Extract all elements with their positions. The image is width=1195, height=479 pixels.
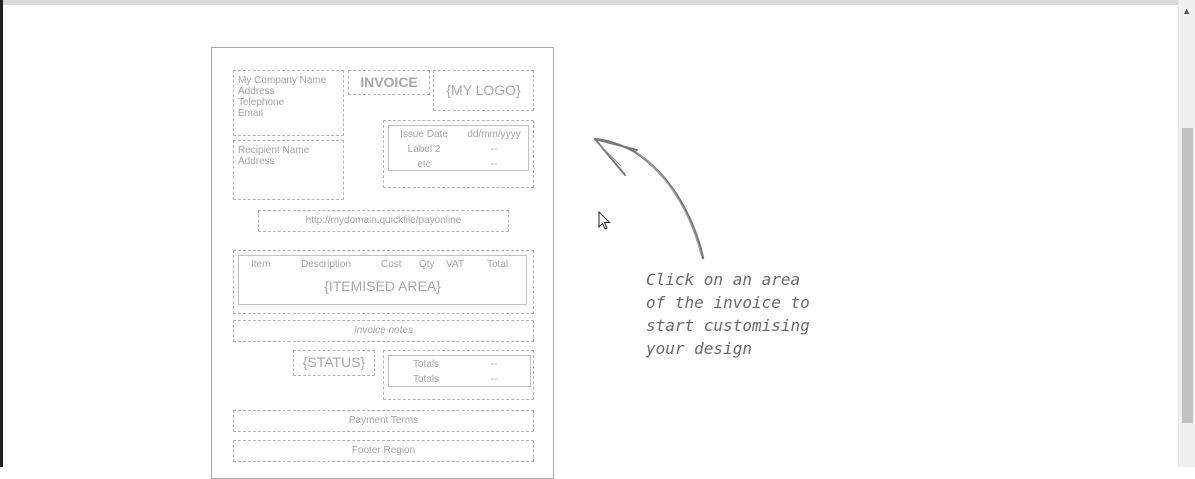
invoice-notes-region[interactable]: Invoice notes <box>233 320 534 342</box>
callout-line-1: Click on an area <box>646 270 801 289</box>
curved-arrow-icon <box>594 138 705 260</box>
invoice-template: My Company Name Address Telephone Email … <box>211 47 554 479</box>
company-address: Address <box>238 86 275 97</box>
logo-region[interactable]: {MY LOGO} <box>433 70 534 111</box>
col-cost: Cost <box>381 259 402 270</box>
payment-link-region[interactable]: http://mydomain.quickfile/payonline <box>258 210 509 232</box>
payment-link: http://mydomain.quickfile/payonline <box>305 215 462 226</box>
col-total: Total <box>487 259 509 270</box>
company-telephone: Telephone <box>238 97 285 108</box>
totals-value-2: -- <box>490 374 498 385</box>
recipient-region[interactable]: Recipient Name Address <box>233 140 344 200</box>
status-placeholder: {STATUS} <box>302 354 366 370</box>
left-window-edge <box>0 0 3 467</box>
footer-text: Footer Region <box>351 445 416 456</box>
col-vat: VAT <box>446 259 464 270</box>
sender-details-region[interactable]: My Company Name Address Telephone Email <box>233 70 344 136</box>
totals-value-1: -- <box>490 359 498 370</box>
itemised-table: Item Description Cost Qty VAT Total {ITE… <box>238 255 527 305</box>
itemised-region[interactable]: Item Description Cost Qty VAT Total {ITE… <box>233 250 534 314</box>
totals-table: Totals -- Totals -- <box>388 355 531 387</box>
detail-label-1: Issue Date <box>400 129 448 140</box>
recipient-name: Recipient Name <box>238 145 310 156</box>
detail-label-2: Label 2 <box>407 144 441 155</box>
detail-value-2: -- <box>490 144 498 155</box>
itemised-placeholder: {ITEMISED AREA} <box>324 278 441 294</box>
col-qty: Qty <box>419 259 435 270</box>
details-table: Issue Date dd/mm/yyyy Label 2 -- etc -- <box>388 125 529 171</box>
invoice-title: INVOICE <box>360 74 418 90</box>
top-border <box>0 0 1195 5</box>
col-item: Item <box>251 259 271 270</box>
totals-region[interactable]: Totals -- Totals -- <box>383 350 534 400</box>
footer-region[interactable]: Footer Region <box>233 440 534 462</box>
detail-value-3: -- <box>490 159 498 170</box>
status-region[interactable]: {STATUS} <box>293 350 375 376</box>
scrollbar-thumb[interactable] <box>1182 128 1193 423</box>
invoice-details-region[interactable]: Issue Date dd/mm/yyyy Label 2 -- etc -- <box>383 120 534 188</box>
instruction-callout: Click on an area of the invoice to start… <box>646 268 846 360</box>
scroll-up-arrow-icon[interactable]: ▲ <box>1182 6 1191 16</box>
detail-value-1: dd/mm/yyyy <box>467 129 521 140</box>
detail-label-3: etc <box>417 159 431 170</box>
vertical-scrollbar[interactable]: ▲ <box>1178 0 1195 467</box>
logo-placeholder: {MY LOGO} <box>446 82 521 98</box>
payment-terms: Payment Terms <box>348 415 419 426</box>
company-email: Email <box>238 108 264 119</box>
company-name: My Company Name <box>238 75 327 86</box>
col-description: Description <box>301 259 352 270</box>
recipient-address: Address <box>238 156 275 167</box>
callout-line-4: your design <box>646 339 752 358</box>
totals-label-2: Totals <box>412 374 440 385</box>
invoice-notes: Invoice notes <box>354 325 413 336</box>
totals-label-1: Totals <box>412 359 440 370</box>
callout-line-3: start customising <box>646 316 810 335</box>
callout-line-2: of the invoice to <box>646 293 810 312</box>
invoice-title-region[interactable]: INVOICE <box>348 70 430 95</box>
mouse-cursor-icon <box>598 211 611 230</box>
payment-terms-region[interactable]: Payment Terms <box>233 410 534 432</box>
